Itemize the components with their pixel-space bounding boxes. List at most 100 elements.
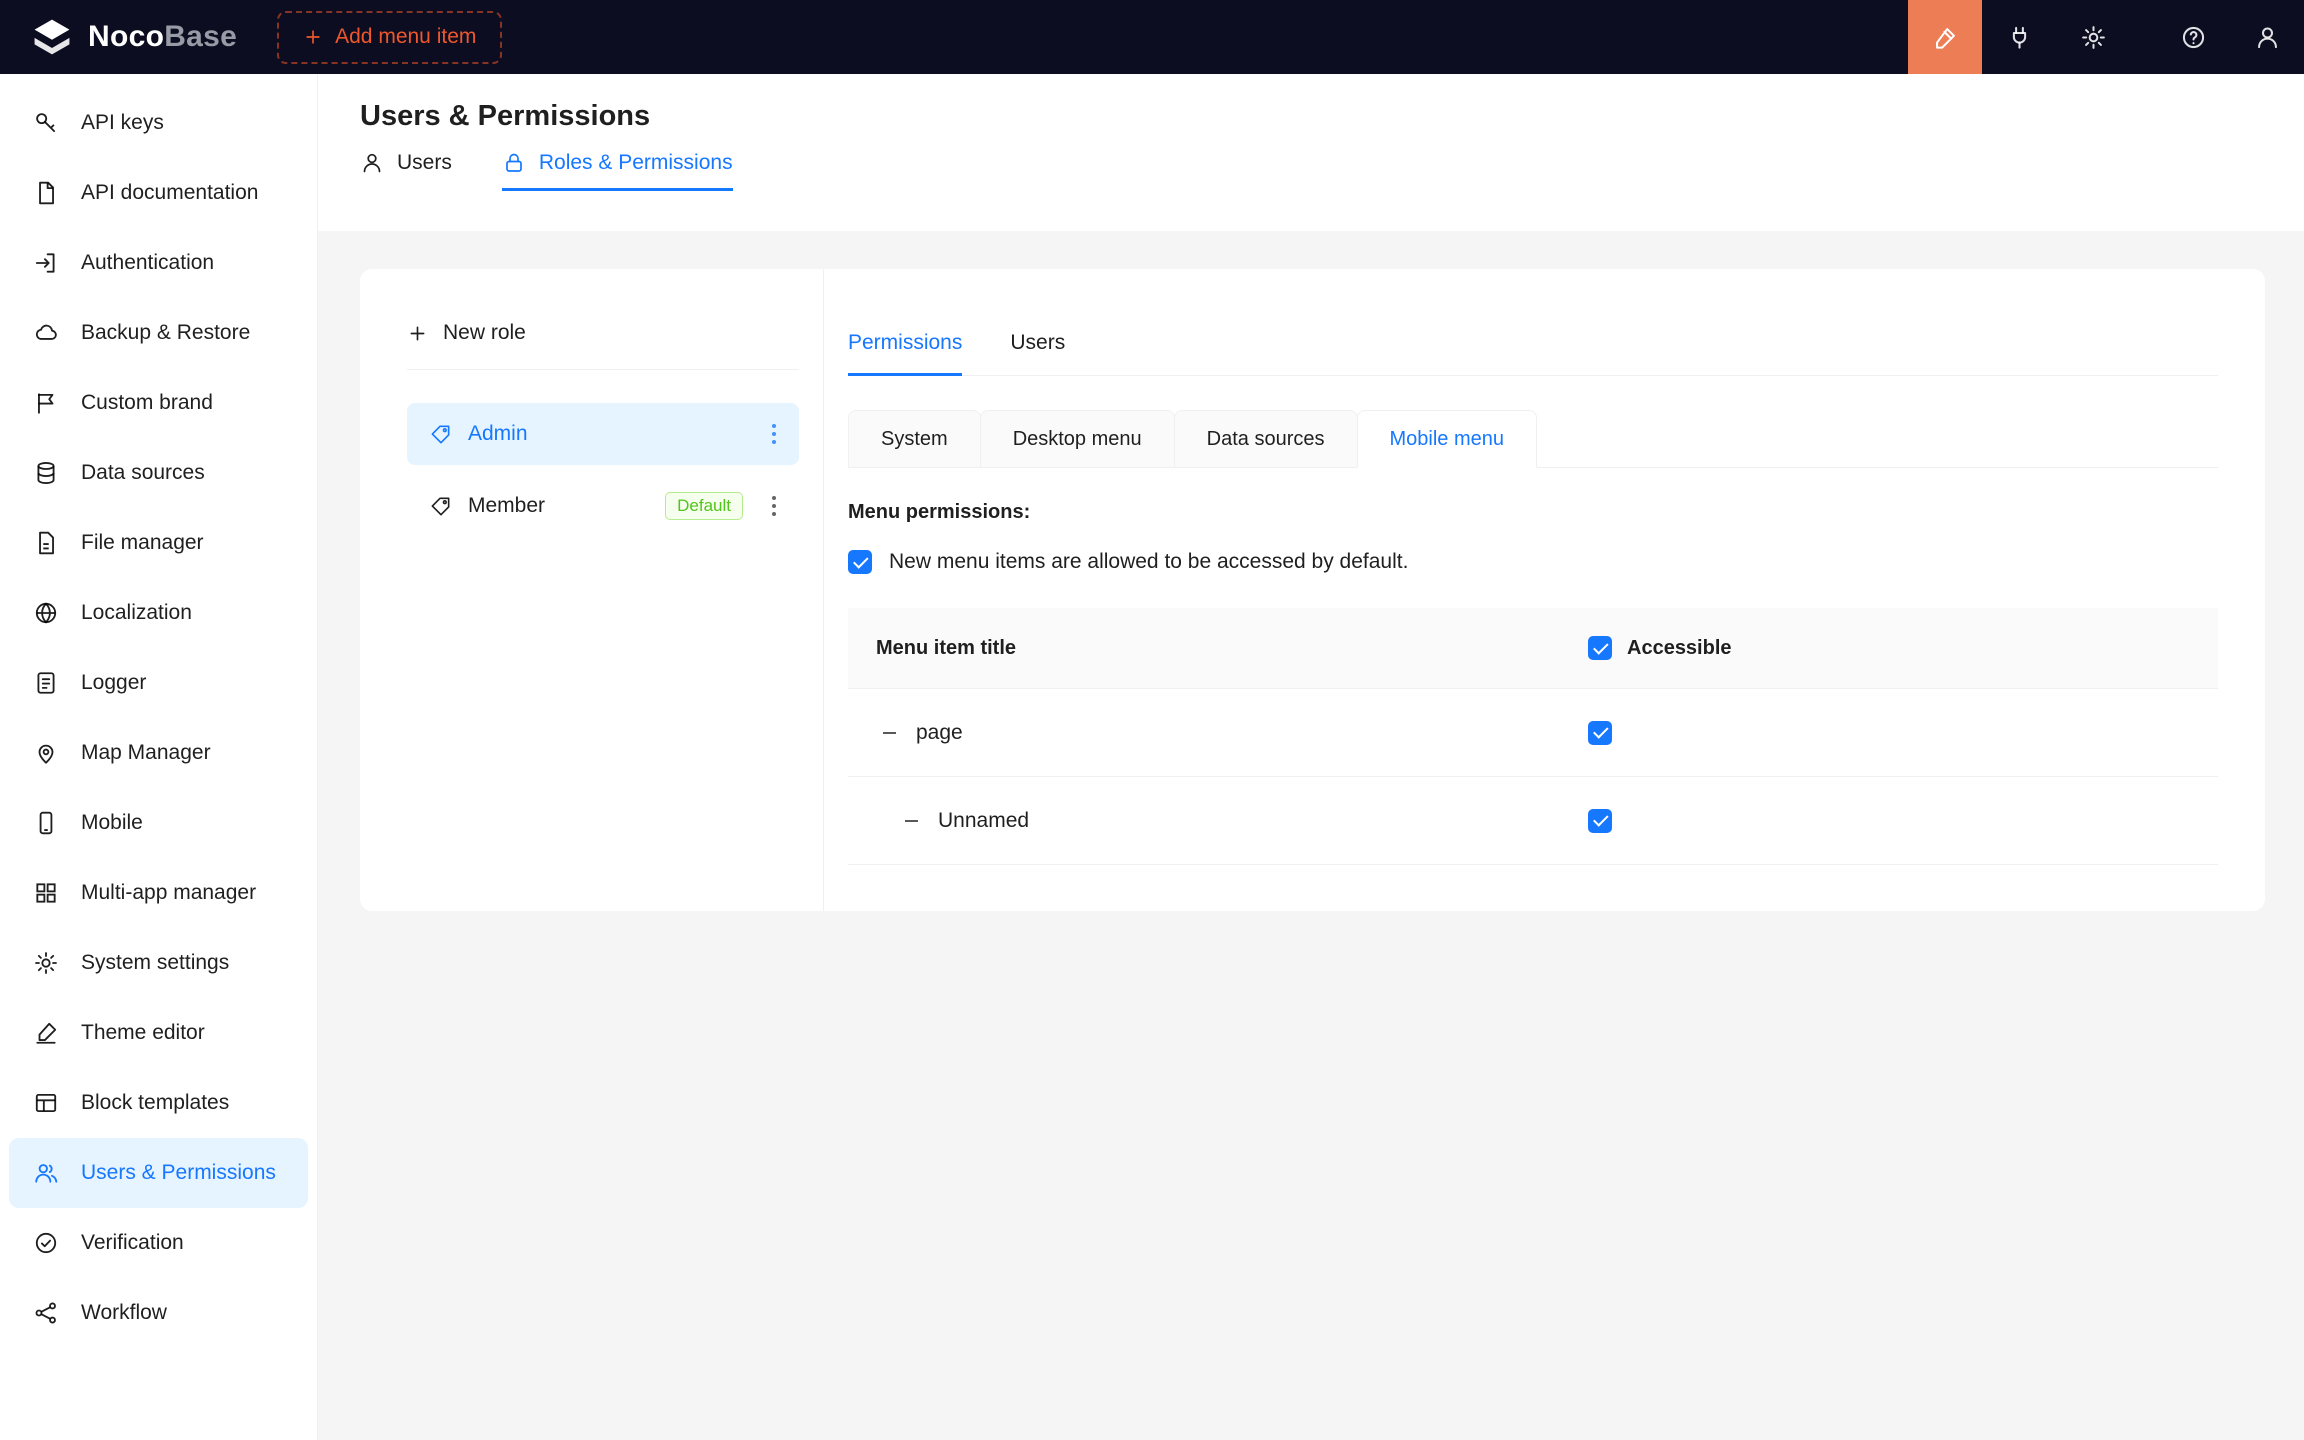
subtab-desktop-menu[interactable]: Desktop menu (980, 410, 1175, 468)
sidebar-item-users-permissions[interactable]: Users & Permissions (9, 1138, 308, 1208)
highlighter-icon (1932, 24, 1959, 51)
sidebar-item-api-documentation[interactable]: API documentation (9, 158, 308, 228)
divider (407, 369, 799, 370)
accessible-checkbox[interactable] (1588, 721, 1612, 745)
question-circle-icon (2180, 24, 2207, 51)
sidebar-item-label: Users & Permissions (81, 1161, 276, 1185)
ui-editor-button[interactable] (1908, 0, 1982, 74)
page-header: Users & Permissions Users Roles & Permis… (318, 74, 2304, 231)
roles-list-panel: New role Admin Member Default (360, 269, 824, 911)
globe-icon (33, 600, 59, 626)
role-tag-icon (429, 423, 452, 446)
menu-item-title-cell: page (848, 721, 1588, 745)
default-access-row: New menu items are allowed to be accesse… (848, 550, 2218, 574)
sidebar-item-system-settings[interactable]: System settings (9, 928, 308, 998)
brand-flag-icon (33, 390, 59, 416)
subtab-data-sources[interactable]: Data sources (1174, 410, 1358, 468)
tab-users[interactable]: Users (360, 151, 452, 191)
role-item-admin[interactable]: Admin (407, 403, 799, 465)
sidebar-item-label: Backup & Restore (81, 321, 250, 345)
subtab-mobile-menu[interactable]: Mobile menu (1357, 410, 1538, 468)
navbar-actions (1908, 0, 2304, 74)
sidebar-item-label: API keys (81, 111, 164, 135)
sidebar-item-authentication[interactable]: Authentication (9, 228, 308, 298)
page-tabs: Users Roles & Permissions (360, 151, 2304, 191)
logo-text-secondary: Base (164, 20, 237, 53)
subtab-system[interactable]: System (848, 410, 981, 468)
sidebar-item-verification[interactable]: Verification (9, 1208, 308, 1278)
default-access-checkbox[interactable] (848, 550, 872, 574)
plugin-manager-button[interactable] (1982, 0, 2056, 74)
default-badge: Default (665, 492, 743, 520)
tab-role-users[interactable]: Users (1010, 331, 1065, 376)
sidebar-item-data-sources[interactable]: Data sources (9, 438, 308, 508)
plus-icon (407, 323, 428, 344)
add-menu-item-button[interactable]: Add menu item (277, 11, 502, 64)
sidebar-item-file-manager[interactable]: File manager (9, 508, 308, 578)
sidebar-item-multi-app-manager[interactable]: Multi-app manager (9, 858, 308, 928)
sidebar-item-map-manager[interactable]: Map Manager (9, 718, 308, 788)
sidebar-item-mobile[interactable]: Mobile (9, 788, 308, 858)
role-tag-icon (429, 495, 452, 518)
role-menu-button[interactable] (759, 416, 789, 452)
accessible-all-checkbox[interactable] (1588, 636, 1612, 660)
cloud-backup-icon (33, 320, 59, 346)
role-detail-panel: Permissions Users System Desktop menu Da… (824, 269, 2265, 911)
column-accessible: Accessible (1588, 636, 1732, 660)
sidebar-item-label: Mobile (81, 811, 143, 835)
sidebar-item-label: Theme editor (81, 1021, 205, 1045)
new-role-button[interactable]: New role (407, 321, 799, 345)
sidebar-item-localization[interactable]: Localization (9, 578, 308, 648)
sidebar-item-custom-brand[interactable]: Custom brand (9, 368, 308, 438)
tab-users-label: Users (397, 151, 452, 175)
accessible-checkbox[interactable] (1588, 809, 1612, 833)
sidebar-item-label: Data sources (81, 461, 205, 485)
help-button[interactable] (2156, 0, 2230, 74)
tab-permissions[interactable]: Permissions (848, 331, 962, 376)
map-pin-icon (33, 740, 59, 766)
menu-item-title: Unnamed (938, 809, 1029, 833)
sidebar-item-theme-editor[interactable]: Theme editor (9, 998, 308, 1068)
role-item-member[interactable]: Member Default (407, 475, 799, 537)
role-menu-button[interactable] (759, 488, 789, 524)
file-icon (33, 530, 59, 556)
accessible-cell (1588, 721, 1612, 745)
sidebar-item-label: File manager (81, 531, 204, 555)
settings-button[interactable] (2056, 0, 2130, 74)
collapse-icon[interactable] (878, 722, 900, 744)
table-row: Unnamed (848, 777, 2218, 865)
key-icon (33, 110, 59, 136)
sidebar-item-block-templates[interactable]: Block templates (9, 1068, 308, 1138)
sidebar-item-workflow[interactable]: Workflow (9, 1278, 308, 1348)
sidebar-item-label: Custom brand (81, 391, 213, 415)
tab-roles-permissions-label: Roles & Permissions (539, 151, 733, 175)
table-header-row: Menu item title Accessible (848, 608, 2218, 689)
menu-permissions-label: Menu permissions: (848, 501, 2218, 524)
settings-sidebar: API keys API documentation Authenticatio… (0, 74, 318, 1440)
sidebar-item-backup-restore[interactable]: Backup & Restore (9, 298, 308, 368)
sidebar-item-logger[interactable]: Logger (9, 648, 308, 718)
more-vertical-icon (772, 504, 777, 509)
check-circle-icon (33, 1230, 59, 1256)
user-menu-button[interactable] (2230, 0, 2304, 74)
role-name: Member (468, 494, 545, 518)
roles-permissions-card: New role Admin Member Default Permission… (360, 269, 2265, 911)
default-access-label: New menu items are allowed to be accesse… (889, 550, 1408, 574)
workflow-icon (33, 1300, 59, 1326)
database-icon (33, 460, 59, 486)
sidebar-item-label: System settings (81, 951, 229, 975)
sidebar-item-label: Map Manager (81, 741, 211, 765)
log-file-icon (33, 670, 59, 696)
role-detail-tabs: Permissions Users (848, 269, 2218, 376)
role-name: Admin (468, 422, 528, 446)
collapse-icon[interactable] (900, 810, 922, 832)
accessible-cell (1588, 809, 1612, 833)
sidebar-item-api-keys[interactable]: API keys (9, 88, 308, 158)
gear-icon (33, 950, 59, 976)
api-doc-icon (33, 180, 59, 206)
main-content: Users & Permissions Users Roles & Permis… (318, 74, 2304, 1440)
sidebar-item-label: Workflow (81, 1301, 167, 1325)
nocobase-logo[interactable]: NocoBase (0, 15, 237, 59)
column-header-label: Accessible (1627, 637, 1732, 660)
tab-roles-permissions[interactable]: Roles & Permissions (502, 151, 733, 191)
